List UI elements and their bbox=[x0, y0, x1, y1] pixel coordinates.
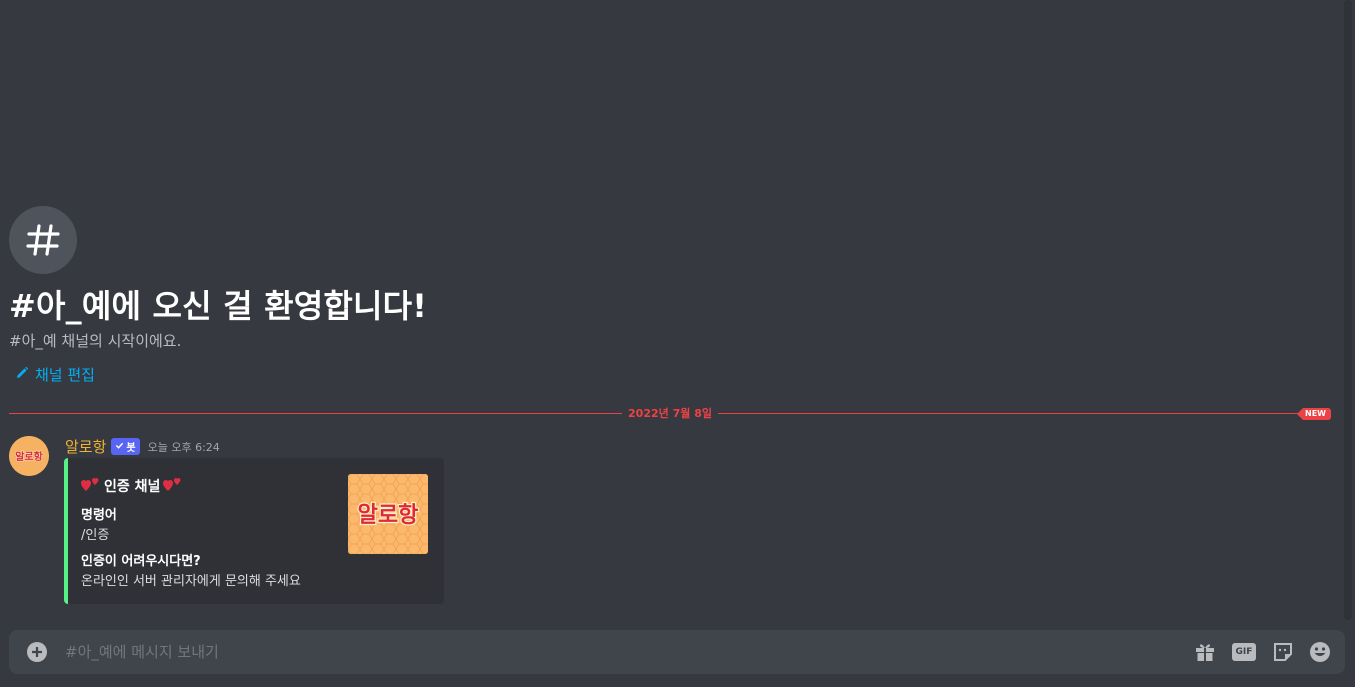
gif-button[interactable]: GIF bbox=[1232, 640, 1256, 664]
new-badge: NEW bbox=[1297, 408, 1331, 420]
avatar-text: 알로항 bbox=[15, 450, 43, 463]
bot-tag: 봇 bbox=[111, 438, 140, 455]
channel-welcome bbox=[9, 206, 77, 274]
emoji-icon[interactable] bbox=[1308, 640, 1332, 664]
scrollbar[interactable] bbox=[1344, 0, 1352, 620]
embed-title: 인증 채널 bbox=[81, 476, 183, 496]
thumbnail-logo-text: 알로항 bbox=[358, 503, 419, 528]
message-composer: GIF bbox=[9, 630, 1345, 674]
plus-circle-icon[interactable] bbox=[27, 642, 47, 662]
message-input[interactable] bbox=[65, 630, 1165, 674]
embed-title-text: 인증 채널 bbox=[104, 479, 161, 495]
welcome-title: #아_예에 오신 걸 환영합니다! bbox=[9, 287, 428, 325]
embed-field-value: /인증 bbox=[81, 528, 110, 543]
new-messages-divider: 2022년 7월 8일 NEW bbox=[9, 406, 1331, 422]
divider-date: 2022년 7월 8일 bbox=[622, 406, 718, 422]
welcome-subtitle: #아_예 채널의 시작이에요. bbox=[9, 332, 182, 350]
verified-check-icon bbox=[115, 441, 124, 453]
avatar[interactable]: 알로항 bbox=[9, 436, 49, 476]
gift-icon[interactable] bbox=[1193, 640, 1217, 664]
message-timestamp[interactable]: 오늘 오후 6:24 bbox=[148, 439, 220, 455]
embed-field-value: 온라인인 서버 관리자에게 문의해 주세요 bbox=[81, 574, 301, 589]
two-hearts-icon bbox=[81, 476, 101, 496]
message-header: 알로항 봇 오늘 오후 6:24 bbox=[65, 436, 220, 457]
edit-channel-label: 채널 편집 bbox=[35, 366, 95, 384]
message-embed: 인증 채널 명령어 /인증 인증이 어려우시다면? 온라인인 서버 관리자에게 … bbox=[64, 458, 444, 604]
gif-icon: GIF bbox=[1232, 643, 1256, 661]
two-hearts-icon bbox=[163, 476, 183, 496]
chat-window: #아_예에 오신 걸 환영합니다! #아_예 채널의 시작이에요. 채널 편집 … bbox=[0, 0, 1355, 687]
embed-thumbnail[interactable]: 알로항 bbox=[348, 474, 428, 554]
embed-field-name: 인증이 어려우시다면? bbox=[81, 554, 201, 569]
hashtag-icon bbox=[9, 206, 77, 274]
bot-tag-label: 봇 bbox=[126, 443, 136, 454]
embed-field-name: 명령어 bbox=[81, 508, 117, 523]
username[interactable]: 알로항 bbox=[65, 436, 106, 457]
sticker-icon[interactable] bbox=[1271, 640, 1295, 664]
pencil-icon bbox=[15, 366, 29, 384]
edit-channel-button[interactable]: 채널 편집 bbox=[15, 364, 95, 385]
